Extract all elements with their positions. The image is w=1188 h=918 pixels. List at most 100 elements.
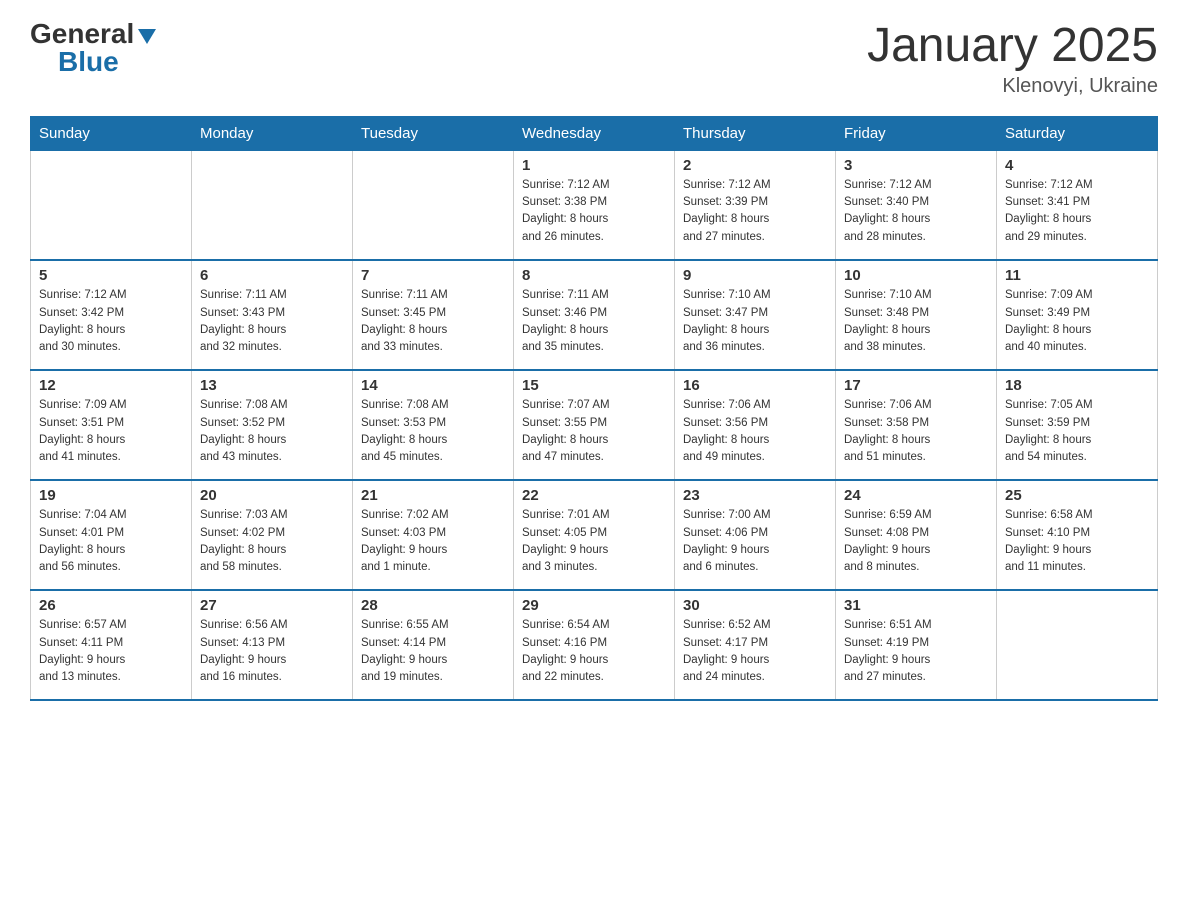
day-info: Sunrise: 7:09 AMSunset: 3:51 PMDaylight:…	[39, 397, 183, 466]
table-row: 25 Sunrise: 6:58 AMSunset: 4:10 PMDayligh…	[997, 480, 1158, 590]
table-row: 14Sunrise: 7:08 AMSunset: 3:53 PMDayligh…	[353, 370, 514, 480]
day-number: 15	[522, 377, 666, 394]
table-row: 9 Sunrise: 7:10 AMSunset: 3:47 PMDaylight…	[675, 260, 836, 370]
table-row: 17 Sunrise: 7:06 AMSunset: 3:58 PMDayligh…	[836, 370, 997, 480]
day-info: Sunrise: 7:10 AMSunset: 3:48 PMDaylight:…	[844, 287, 988, 356]
day-info: Sunrise: 7:12 AMSunset: 3:40 PMDaylight:…	[844, 177, 988, 246]
table-row: 12 Sunrise: 7:09 AMSunset: 3:51 PMDayligh…	[31, 370, 192, 480]
day-info: Sunrise: 7:10 AMSunset: 3:47 PMDaylight:…	[683, 287, 827, 356]
calendar-week-row: 1 Sunrise: 7:12 AMSunset: 3:38 PMDaylight…	[31, 150, 1158, 260]
table-row: 28 Sunrise: 6:55 AMSunset: 4:14 PMDayligh…	[353, 590, 514, 700]
table-row: 10 Sunrise: 7:10 AMSunset: 3:48 PMDayligh…	[836, 260, 997, 370]
day-number: 11	[1005, 267, 1149, 284]
day-number: 2	[683, 157, 827, 174]
day-number: 23	[683, 487, 827, 504]
day-info: Sunrise: 6:57 AMSunset: 4:11 PMDaylight:…	[39, 617, 183, 686]
calendar-table: Sunday Monday Tuesday Wednesday Thursday…	[30, 116, 1158, 702]
day-number: 18	[1005, 377, 1149, 394]
logo-general-text: General	[30, 20, 134, 48]
day-info: Sunrise: 7:01 AMSunset: 4:05 PMDaylight:…	[522, 507, 666, 576]
day-number: 25	[1005, 487, 1149, 504]
logo-triangle-icon	[138, 29, 156, 44]
day-info: Sunrise: 7:08 AMSunset: 3:53 PMDaylight:…	[361, 397, 505, 466]
day-info: Sunrise: 7:12 AMSunset: 3:38 PMDaylight:…	[522, 177, 666, 246]
day-info: Sunrise: 7:11 AMSunset: 3:46 PMDaylight:…	[522, 287, 666, 356]
day-info: Sunrise: 7:12 AMSunset: 3:42 PMDaylight:…	[39, 287, 183, 356]
table-row: 8 Sunrise: 7:11 AMSunset: 3:46 PMDaylight…	[514, 260, 675, 370]
day-info: Sunrise: 6:58 AMSunset: 4:10 PMDaylight:…	[1005, 507, 1149, 576]
col-thursday: Thursday	[675, 116, 836, 150]
table-row: 30 Sunrise: 6:52 AMSunset: 4:17 PMDayligh…	[675, 590, 836, 700]
col-wednesday: Wednesday	[514, 116, 675, 150]
table-row: 16Sunrise: 7:06 AMSunset: 3:56 PMDayligh…	[675, 370, 836, 480]
day-info: Sunrise: 7:04 AMSunset: 4:01 PMDaylight:…	[39, 507, 183, 576]
title-area: January 2025 Klenovyi, Ukraine	[867, 20, 1158, 98]
day-number: 20	[200, 487, 344, 504]
table-row: 4 Sunrise: 7:12 AMSunset: 3:41 PMDaylight…	[997, 150, 1158, 260]
table-row	[353, 150, 514, 260]
day-info: Sunrise: 6:59 AMSunset: 4:08 PMDaylight:…	[844, 507, 988, 576]
day-number: 3	[844, 157, 988, 174]
calendar-week-row: 12 Sunrise: 7:09 AMSunset: 3:51 PMDayligh…	[31, 370, 1158, 480]
day-number: 5	[39, 267, 183, 284]
table-row: 7Sunrise: 7:11 AMSunset: 3:45 PMDaylight…	[353, 260, 514, 370]
calendar-week-row: 19 Sunrise: 7:04 AMSunset: 4:01 PMDayligh…	[31, 480, 1158, 590]
day-info: Sunrise: 7:12 AMSunset: 3:39 PMDaylight:…	[683, 177, 827, 246]
day-number: 19	[39, 487, 183, 504]
table-row: 5 Sunrise: 7:12 AMSunset: 3:42 PMDaylight…	[31, 260, 192, 370]
day-number: 17	[844, 377, 988, 394]
day-info: Sunrise: 7:00 AMSunset: 4:06 PMDaylight:…	[683, 507, 827, 576]
month-title: January 2025	[867, 20, 1158, 73]
table-row: 22 Sunrise: 7:01 AMSunset: 4:05 PMDayligh…	[514, 480, 675, 590]
day-number: 4	[1005, 157, 1149, 174]
table-row: 20 Sunrise: 7:03 AMSunset: 4:02 PMDayligh…	[192, 480, 353, 590]
day-info: Sunrise: 6:55 AMSunset: 4:14 PMDaylight:…	[361, 617, 505, 686]
table-row: 27 Sunrise: 6:56 AMSunset: 4:13 PMDayligh…	[192, 590, 353, 700]
table-row: 29Sunrise: 6:54 AMSunset: 4:16 PMDayligh…	[514, 590, 675, 700]
day-number: 6	[200, 267, 344, 284]
day-number: 21	[361, 487, 505, 504]
table-row: 3 Sunrise: 7:12 AMSunset: 3:40 PMDaylight…	[836, 150, 997, 260]
table-row: 18 Sunrise: 7:05 AMSunset: 3:59 PMDayligh…	[997, 370, 1158, 480]
day-number: 1	[522, 157, 666, 174]
day-info: Sunrise: 7:05 AMSunset: 3:59 PMDaylight:…	[1005, 397, 1149, 466]
day-number: 26	[39, 597, 183, 614]
day-number: 30	[683, 597, 827, 614]
table-row	[997, 590, 1158, 700]
day-number: 28	[361, 597, 505, 614]
day-number: 9	[683, 267, 827, 284]
table-row: 31 Sunrise: 6:51 AMSunset: 4:19 PMDayligh…	[836, 590, 997, 700]
day-info: Sunrise: 6:54 AMSunset: 4:16 PMDaylight:…	[522, 617, 666, 686]
table-row	[192, 150, 353, 260]
day-info: Sunrise: 7:11 AMSunset: 3:45 PMDaylight:…	[361, 287, 505, 356]
day-number: 10	[844, 267, 988, 284]
table-row: 13Sunrise: 7:08 AMSunset: 3:52 PMDayligh…	[192, 370, 353, 480]
day-number: 31	[844, 597, 988, 614]
day-info: Sunrise: 7:09 AMSunset: 3:49 PMDaylight:…	[1005, 287, 1149, 356]
logo: General Blue	[30, 20, 156, 76]
day-info: Sunrise: 7:12 AMSunset: 3:41 PMDaylight:…	[1005, 177, 1149, 246]
col-saturday: Saturday	[997, 116, 1158, 150]
day-info: Sunrise: 7:11 AMSunset: 3:43 PMDaylight:…	[200, 287, 344, 356]
day-number: 12	[39, 377, 183, 394]
location: Klenovyi, Ukraine	[867, 75, 1158, 98]
day-info: Sunrise: 7:07 AMSunset: 3:55 PMDaylight:…	[522, 397, 666, 466]
day-number: 22	[522, 487, 666, 504]
day-info: Sunrise: 7:03 AMSunset: 4:02 PMDaylight:…	[200, 507, 344, 576]
day-number: 8	[522, 267, 666, 284]
table-row: 11 Sunrise: 7:09 AMSunset: 3:49 PMDayligh…	[997, 260, 1158, 370]
day-number: 27	[200, 597, 344, 614]
col-friday: Friday	[836, 116, 997, 150]
table-row: 2 Sunrise: 7:12 AMSunset: 3:39 PMDaylight…	[675, 150, 836, 260]
table-row: 21Sunrise: 7:02 AMSunset: 4:03 PMDayligh…	[353, 480, 514, 590]
table-row: 19 Sunrise: 7:04 AMSunset: 4:01 PMDayligh…	[31, 480, 192, 590]
day-info: Sunrise: 7:06 AMSunset: 3:58 PMDaylight:…	[844, 397, 988, 466]
table-row: 26 Sunrise: 6:57 AMSunset: 4:11 PMDayligh…	[31, 590, 192, 700]
day-info: Sunrise: 6:51 AMSunset: 4:19 PMDaylight:…	[844, 617, 988, 686]
col-tuesday: Tuesday	[353, 116, 514, 150]
calendar-week-row: 26 Sunrise: 6:57 AMSunset: 4:11 PMDayligh…	[31, 590, 1158, 700]
table-row: 23 Sunrise: 7:00 AMSunset: 4:06 PMDayligh…	[675, 480, 836, 590]
day-number: 24	[844, 487, 988, 504]
day-info: Sunrise: 6:52 AMSunset: 4:17 PMDaylight:…	[683, 617, 827, 686]
day-info: Sunrise: 6:56 AMSunset: 4:13 PMDaylight:…	[200, 617, 344, 686]
